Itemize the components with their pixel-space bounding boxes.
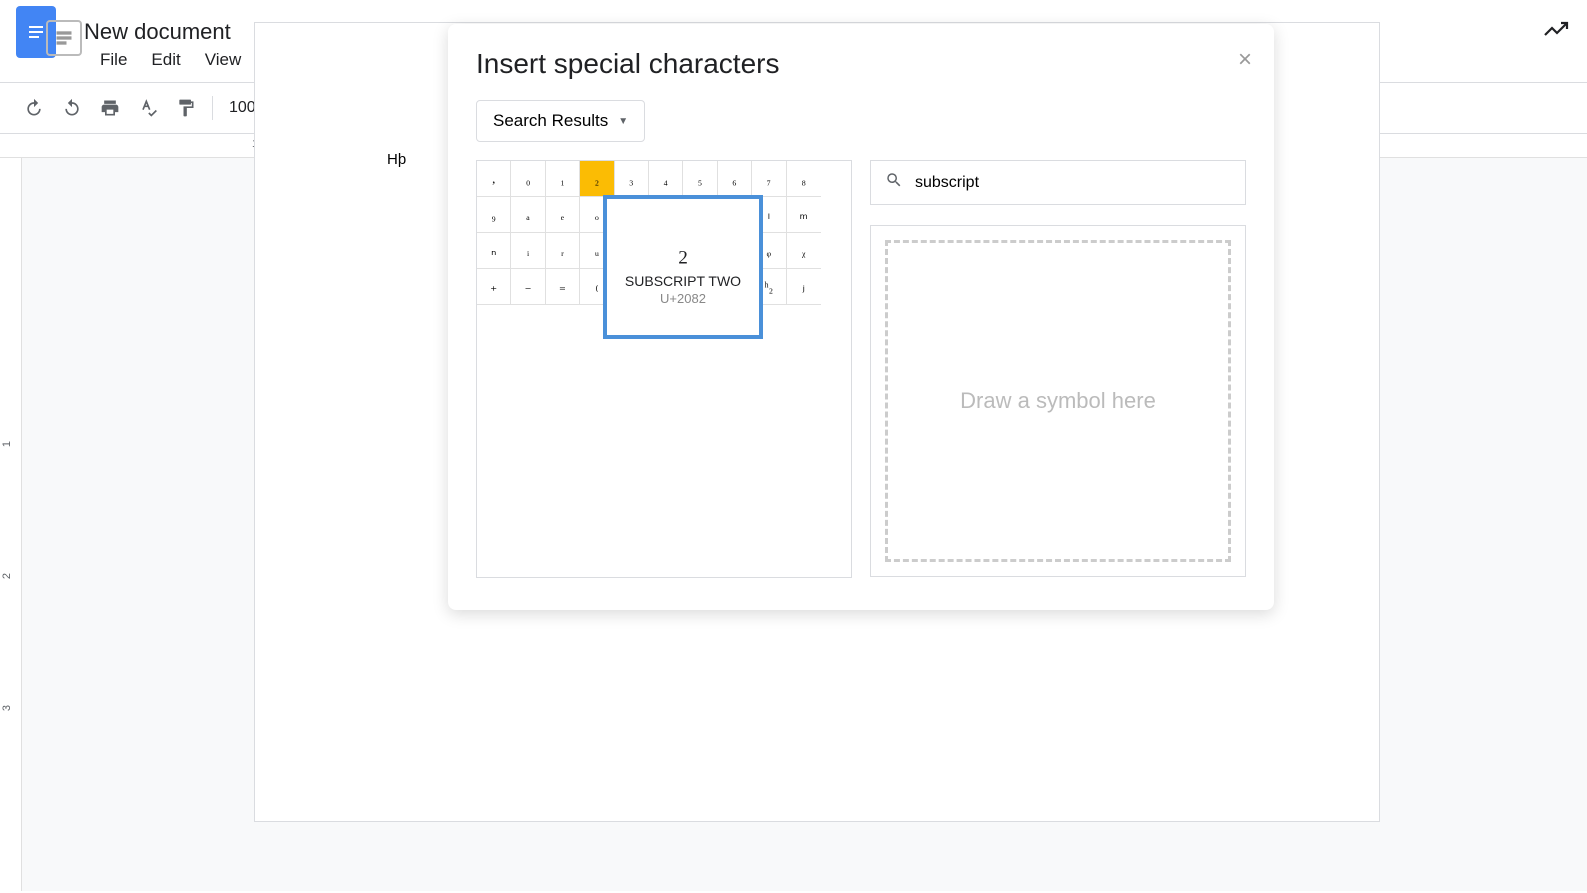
- char-cell[interactable]: ₐ: [511, 197, 545, 233]
- activity-icon[interactable]: [1543, 18, 1571, 46]
- character-tooltip: ₂ SUBSCRIPT TWO U+2082: [603, 195, 763, 339]
- char-cell[interactable]: ᵢ: [511, 233, 545, 269]
- paint-format-button[interactable]: [168, 90, 204, 126]
- document-title[interactable]: New document: [76, 17, 239, 47]
- menu-view[interactable]: View: [195, 46, 252, 74]
- char-cell[interactable]: ₌: [546, 269, 580, 305]
- search-box[interactable]: [870, 160, 1246, 205]
- char-cell[interactable]: ₆: [718, 161, 752, 197]
- char-cell[interactable]: ₑ: [546, 197, 580, 233]
- char-cell[interactable]: ₇: [752, 161, 786, 197]
- vertical-ruler[interactable]: 123: [0, 158, 22, 891]
- char-cell[interactable]: ₄: [649, 161, 683, 197]
- close-icon[interactable]: ×: [1238, 46, 1252, 74]
- tooltip-name: SUBSCRIPT TWO: [625, 273, 741, 289]
- tooltip-char: ₂: [677, 228, 688, 265]
- char-cell[interactable]: ₀: [511, 161, 545, 197]
- char-cell[interactable]: ₂: [580, 161, 614, 197]
- menu-edit[interactable]: Edit: [141, 46, 190, 74]
- search-input[interactable]: [915, 174, 1231, 192]
- dropdown-value: Search Results: [493, 111, 608, 131]
- menu-file[interactable]: File: [90, 46, 137, 74]
- undo-button[interactable]: [16, 90, 52, 126]
- char-cell[interactable]: ᵣ: [546, 233, 580, 269]
- char-cell[interactable]: ₘ: [787, 197, 821, 233]
- character-grid: ,₀₁₂₃₄₅₆₇₈₉ₐₑₒₗₘₙᵢᵣᵤᵩᵪ₊₋₌₍ʰ₂ⱼ ₂ SUBSCRIP…: [476, 160, 852, 578]
- char-cell[interactable]: ₉: [477, 197, 511, 233]
- char-cell[interactable]: ₁: [546, 161, 580, 197]
- dialog-title: Insert special characters: [476, 48, 1246, 80]
- char-cell[interactable]: ₈: [787, 161, 821, 197]
- category-dropdown[interactable]: Search Results ▼: [476, 100, 645, 142]
- spellcheck-button[interactable]: [130, 90, 166, 126]
- outline-toggle-button[interactable]: [46, 20, 82, 56]
- char-cell[interactable]: ₙ: [477, 233, 511, 269]
- draw-placeholder: Draw a symbol here: [960, 388, 1156, 414]
- tooltip-code: U+2082: [660, 291, 706, 306]
- char-cell[interactable]: ₊: [477, 269, 511, 305]
- char-cell[interactable]: ₃: [615, 161, 649, 197]
- char-cell[interactable]: ₅: [683, 161, 717, 197]
- search-icon: [885, 171, 903, 194]
- redo-button[interactable]: [54, 90, 90, 126]
- print-button[interactable]: [92, 90, 128, 126]
- char-cell[interactable]: ₋: [511, 269, 545, 305]
- char-cell[interactable]: ᵪ: [787, 233, 821, 269]
- special-characters-dialog: × Insert special characters Search Resul…: [448, 24, 1274, 610]
- char-cell[interactable]: ⱼ: [787, 269, 821, 305]
- char-cell[interactable]: ,: [477, 161, 511, 197]
- draw-symbol-area[interactable]: Draw a symbol here: [870, 225, 1246, 577]
